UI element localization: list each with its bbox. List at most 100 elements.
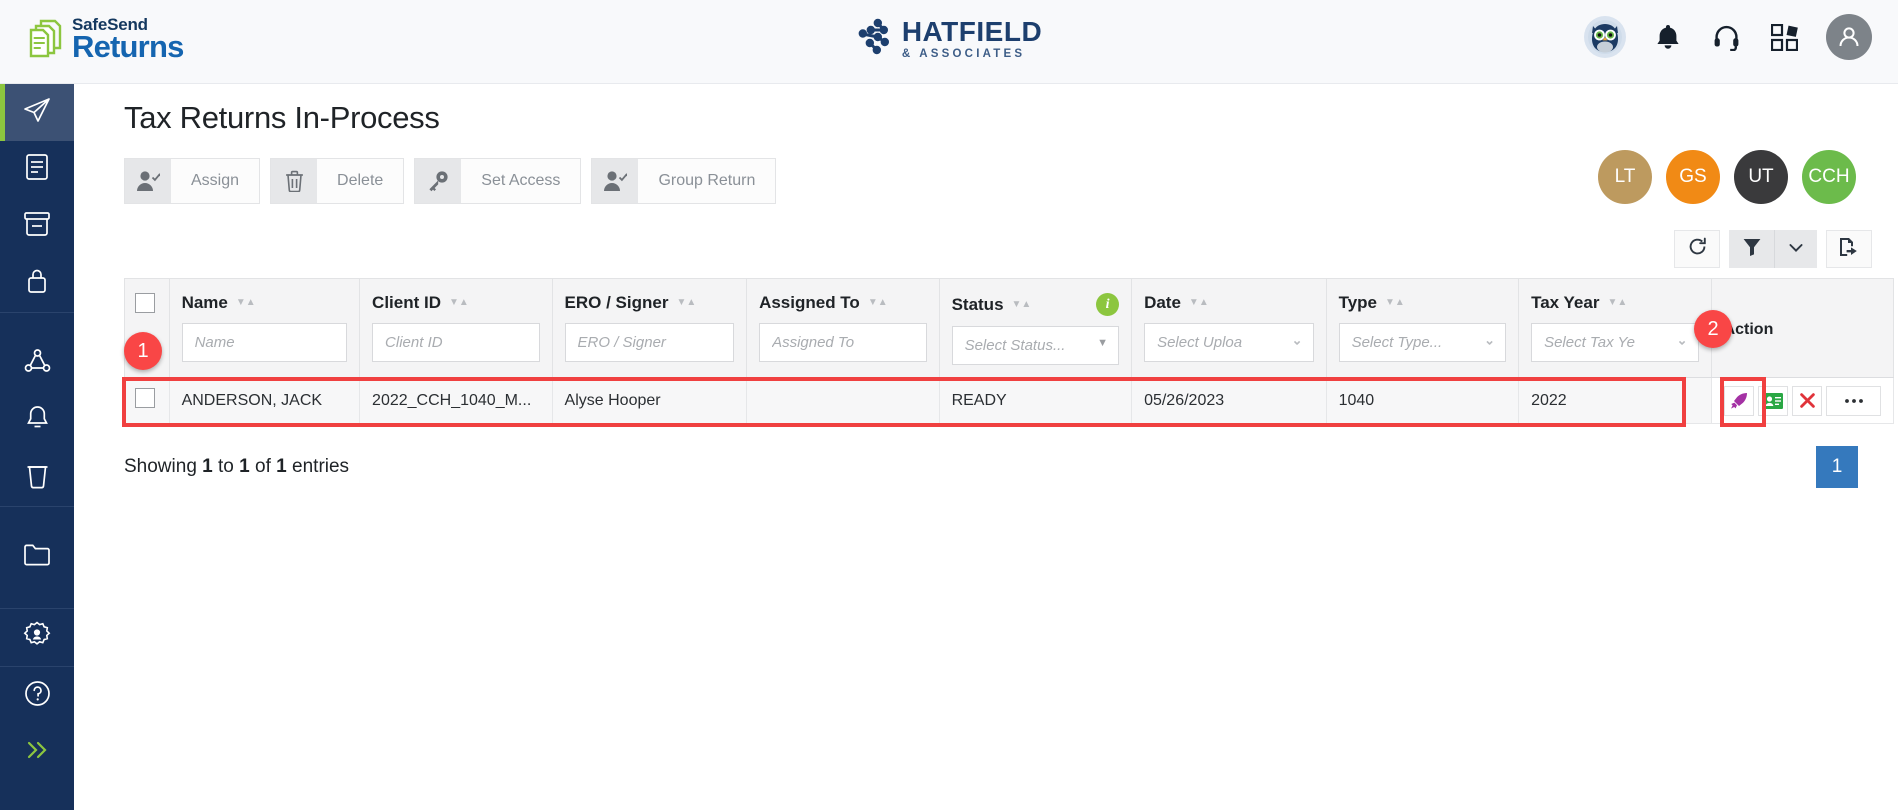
- select-all-checkbox[interactable]: [135, 293, 155, 313]
- sort-arrows-icon[interactable]: ▼▲: [1385, 298, 1405, 308]
- row-checkbox[interactable]: [135, 388, 155, 408]
- header-icon-group: [1584, 14, 1872, 60]
- filter-input-name[interactable]: [181, 323, 348, 362]
- annotation-badge-1: 1: [124, 332, 162, 370]
- showing-from: 1: [202, 456, 213, 477]
- filter-select-date[interactable]: [1144, 323, 1314, 362]
- set-access-button[interactable]: Set Access: [414, 158, 582, 204]
- filter-input-client-id[interactable]: [372, 323, 540, 362]
- safesend-brand-logo[interactable]: SafeSend Returns: [28, 16, 184, 62]
- assign-button[interactable]: Assign: [124, 158, 261, 204]
- column-label-date: Date: [1144, 293, 1181, 312]
- filter-select-tax-year[interactable]: [1531, 323, 1699, 362]
- client-view-action[interactable]: [1757, 385, 1788, 416]
- page-button-1[interactable]: 1: [1816, 446, 1858, 488]
- cell-tax-year: 2022: [1518, 377, 1712, 424]
- showing-entries-text: Showing 1 to 1 of 1 entries: [124, 456, 349, 478]
- showing-mid: to: [218, 456, 234, 477]
- sort-arrows-icon[interactable]: ▼▲: [1012, 299, 1032, 310]
- column-label-name: Name: [181, 293, 228, 312]
- sort-arrows-icon[interactable]: ▼▲: [1189, 298, 1209, 308]
- column-header-action: Action: [1710, 278, 1895, 378]
- user-check-icon: [592, 159, 639, 203]
- chevron-down-icon: [1789, 240, 1803, 258]
- filter-dropdown-button[interactable]: [1775, 230, 1817, 268]
- export-button[interactable]: [1826, 230, 1872, 268]
- avatar-gs[interactable]: GS: [1666, 150, 1720, 204]
- column-label-client-id: Client ID: [372, 293, 441, 312]
- delete-button[interactable]: Delete: [270, 158, 405, 204]
- sidebar-item-help[interactable]: [0, 667, 74, 724]
- sort-arrows-icon[interactable]: ▼▲: [676, 298, 696, 308]
- pagination: 1: [1816, 446, 1858, 488]
- showing-of: of: [255, 456, 271, 477]
- main-content: Tax Returns In-Process Assign Delete Set…: [74, 84, 1898, 810]
- gear-user-icon: [23, 621, 51, 654]
- more-actions[interactable]: [1826, 385, 1881, 416]
- sidebar-item-documents[interactable]: [0, 141, 74, 198]
- page-title: Tax Returns In-Process: [124, 100, 440, 135]
- sort-arrows-icon[interactable]: ▼▲: [1607, 298, 1627, 308]
- column-header-date[interactable]: Date ▼▲ ⌄: [1131, 278, 1327, 378]
- refresh-icon: [1688, 237, 1707, 261]
- top-header-bar: SafeSend Returns HATFIELD & ASSOCIATES: [0, 0, 1898, 84]
- client-logo-name: HATFIELD: [901, 16, 1043, 48]
- filter-input-ero-signer[interactable]: [564, 323, 735, 362]
- group-return-button-label: Group Return: [658, 172, 756, 189]
- apps-grid-icon[interactable]: [1768, 21, 1800, 53]
- cell-status: READY: [938, 377, 1133, 424]
- user-avatar-icon[interactable]: [1826, 14, 1872, 60]
- sidebar-item-send[interactable]: [0, 84, 74, 141]
- sidebar-item-recycle[interactable]: [0, 449, 74, 506]
- sidebar-item-locked[interactable]: [0, 255, 74, 312]
- filter-input-assigned-to[interactable]: [759, 323, 927, 362]
- cell-type: 1040: [1325, 377, 1520, 424]
- status-info-icon[interactable]: i: [1096, 293, 1120, 316]
- table-row[interactable]: ANDERSON, JACK 2022_CCH_1040_M... Alyse …: [124, 377, 1895, 424]
- client-logo: HATFIELD & ASSOCIATES: [856, 18, 1042, 61]
- refresh-button[interactable]: [1674, 230, 1720, 268]
- filter-select-status[interactable]: [951, 326, 1120, 365]
- group-return-button[interactable]: Group Return: [591, 158, 777, 204]
- sidebar-item-share[interactable]: [0, 335, 74, 392]
- sidebar-item-alerts[interactable]: [0, 392, 74, 449]
- paper-plane-icon: [22, 95, 52, 130]
- column-header-ero-signer[interactable]: ERO / Signer ▼▲: [551, 278, 748, 378]
- export-document-icon: [1839, 237, 1859, 262]
- filter-select-type[interactable]: [1338, 323, 1507, 362]
- trash-icon: [271, 159, 318, 203]
- returns-table-wrapper: Name ▼▲ Client ID ▼▲ E: [122, 278, 1895, 427]
- cell-actions: [1711, 377, 1895, 424]
- brand-line-2: Returns: [72, 29, 184, 64]
- column-header-assigned-to[interactable]: Assigned To ▼▲: [746, 278, 940, 378]
- sort-arrows-icon[interactable]: ▼▲: [449, 298, 469, 308]
- filter-button[interactable]: [1729, 230, 1775, 268]
- headset-icon[interactable]: [1710, 21, 1742, 53]
- column-header-client-id[interactable]: Client ID ▼▲: [359, 278, 553, 378]
- sidebar-item-archive[interactable]: [0, 198, 74, 255]
- sort-arrows-icon[interactable]: ▼▲: [868, 298, 888, 308]
- sidebar-item-folder[interactable]: [0, 529, 74, 586]
- padlock-icon: [25, 267, 49, 300]
- cell-assigned-to: [746, 377, 940, 424]
- avatar-lt[interactable]: LT: [1598, 150, 1652, 204]
- share-nodes-icon: [24, 348, 51, 380]
- column-header-name[interactable]: Name ▼▲: [168, 278, 361, 378]
- avatar-ut[interactable]: UT: [1734, 150, 1788, 204]
- hatfield-network-icon: [856, 18, 890, 61]
- sidebar-item-settings[interactable]: [0, 609, 74, 666]
- column-header-status[interactable]: Status ▼▲ i ▼: [938, 278, 1133, 378]
- column-header-tax-year[interactable]: Tax Year ▼▲ ⌄: [1518, 278, 1712, 378]
- avatar-group: LT GS UT CCH: [1598, 150, 1856, 204]
- showing-suffix: entries: [292, 456, 350, 477]
- owl-mascot-avatar[interactable]: [1584, 16, 1626, 58]
- sort-arrows-icon[interactable]: ▼▲: [236, 298, 256, 308]
- delete-action[interactable]: [1791, 385, 1823, 416]
- send-rocket-action[interactable]: [1723, 385, 1754, 416]
- avatar-cch[interactable]: CCH: [1802, 150, 1856, 204]
- annotation-badge-2: 2: [1694, 310, 1732, 348]
- bell-icon[interactable]: [1652, 21, 1684, 53]
- column-header-type[interactable]: Type ▼▲ ⌄: [1325, 278, 1520, 378]
- sidebar-item-expand[interactable]: [0, 724, 74, 781]
- table-footer: Showing 1 to 1 of 1 entries 1: [124, 446, 1874, 488]
